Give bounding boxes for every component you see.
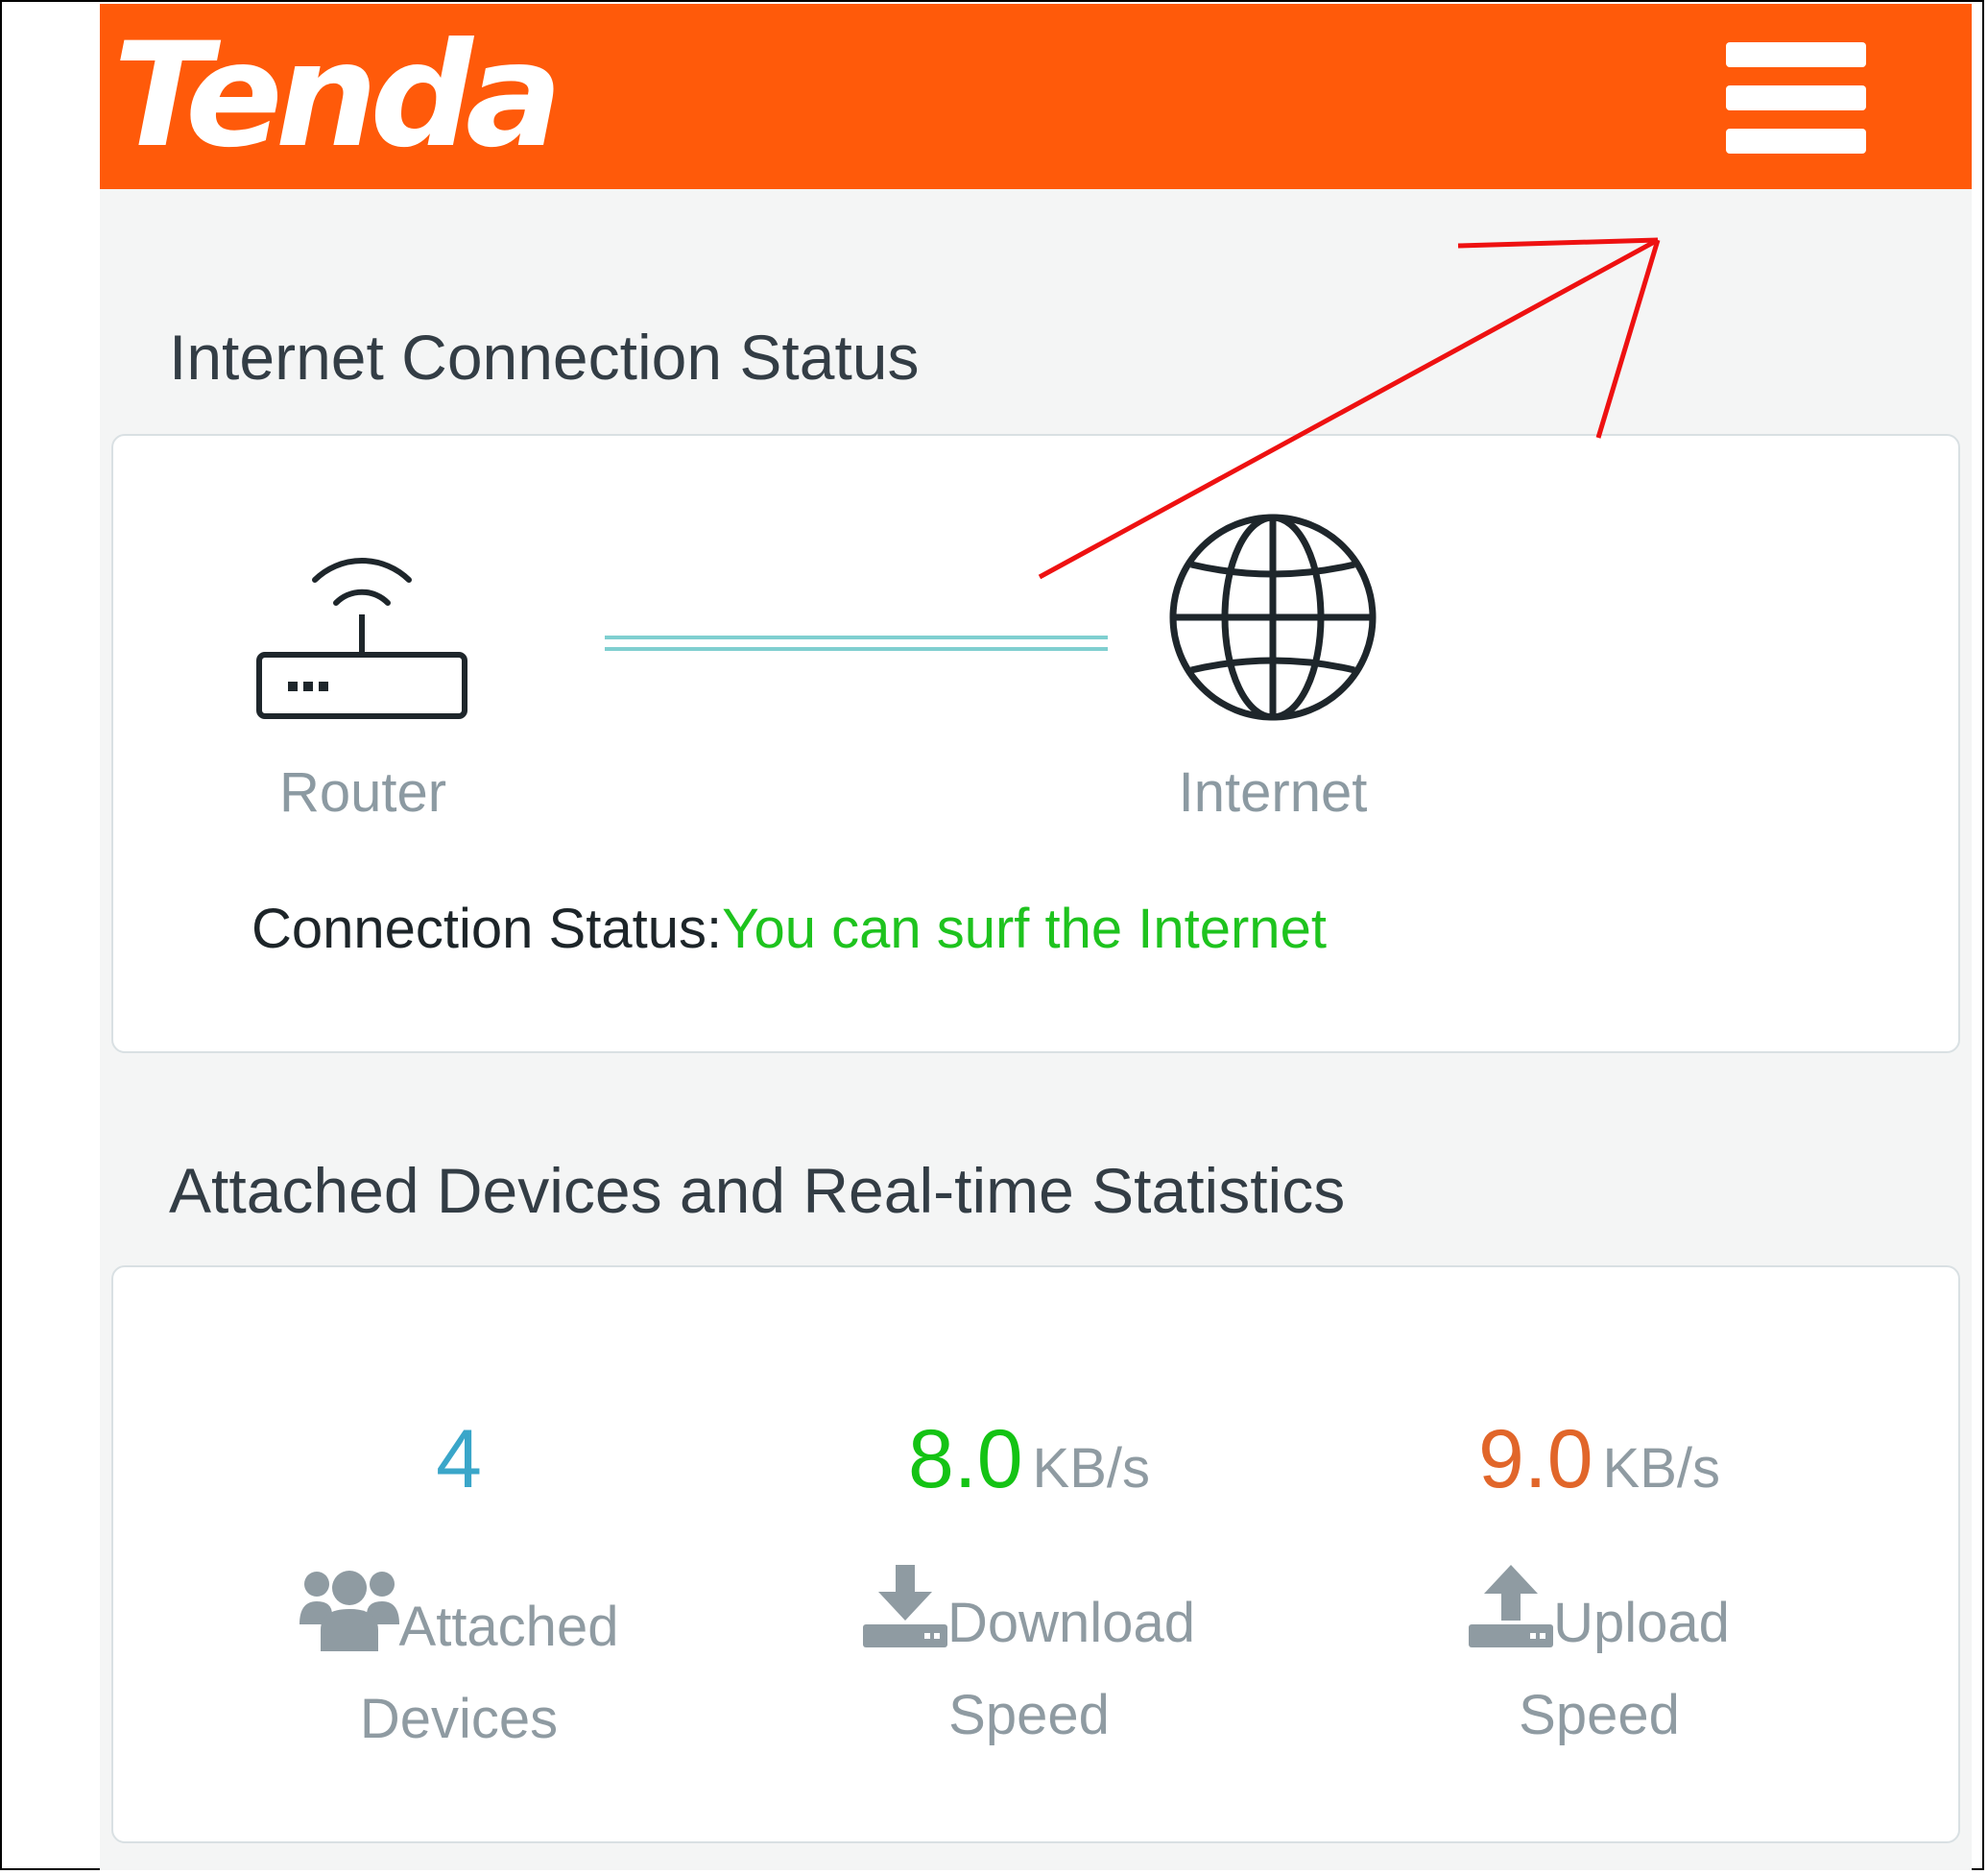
download-speed-stat[interactable]: 8.0 KB/s Download Speed xyxy=(789,1411,1269,1762)
statistics-card: 4 Attached Devices 8.0 KB/s Download Spe… xyxy=(111,1265,1960,1843)
users-icon xyxy=(299,1571,399,1651)
internet-status-title: Internet Connection Status xyxy=(169,322,920,393)
attached-devices-label: Attached Devices xyxy=(219,1565,699,1766)
upload-label-line2: Speed xyxy=(1519,1684,1680,1746)
download-value-row: 8.0 KB/s xyxy=(789,1411,1269,1507)
upload-label-line1: Upload xyxy=(1553,1592,1730,1654)
connection-status-label: Connection Status: xyxy=(251,898,723,960)
download-label-line1: Download xyxy=(947,1592,1195,1654)
download-speed-unit: KB/s xyxy=(1032,1437,1151,1500)
connection-status: Connection Status:You can surf the Inter… xyxy=(251,897,1327,961)
hamburger-menu-icon[interactable] xyxy=(1726,42,1866,154)
download-speed-value: 8.0 xyxy=(907,1413,1023,1505)
tenda-logo: Tenda xyxy=(113,12,563,180)
statistics-title: Attached Devices and Real-time Statistic… xyxy=(169,1155,1346,1226)
connection-status-value: You can surf the Internet xyxy=(722,898,1327,960)
download-icon xyxy=(863,1565,948,1647)
attached-devices-count: 4 xyxy=(436,1413,482,1505)
top-bar: Tenda xyxy=(100,4,1972,189)
globe-icon xyxy=(1169,514,1377,721)
attached-devices-value-row: 4 xyxy=(219,1411,699,1507)
download-label-line2: Speed xyxy=(948,1684,1110,1746)
upload-speed-label: Upload Speed xyxy=(1359,1565,1839,1762)
upload-icon xyxy=(1469,1565,1554,1647)
download-speed-label: Download Speed xyxy=(789,1565,1269,1762)
upload-speed-value: 9.0 xyxy=(1477,1413,1593,1505)
upload-speed-unit: KB/s xyxy=(1602,1437,1721,1500)
attached-devices-label-line2: Devices xyxy=(359,1688,559,1750)
router-dashboard: Tenda Internet Connection Status Router … xyxy=(100,4,1972,1870)
attached-devices-label-line1: Attached xyxy=(398,1596,619,1658)
router-icon xyxy=(256,557,467,719)
internet-label: Internet xyxy=(1178,761,1368,824)
upload-value-row: 9.0 KB/s xyxy=(1359,1411,1839,1507)
connection-link-line xyxy=(605,636,1108,651)
upload-speed-stat[interactable]: 9.0 KB/s Upload Speed xyxy=(1359,1411,1839,1762)
internet-status-card: Router Internet Connection Status:You ca… xyxy=(111,434,1960,1053)
attached-devices-stat[interactable]: 4 Attached Devices xyxy=(219,1411,699,1766)
router-label: Router xyxy=(278,761,447,824)
